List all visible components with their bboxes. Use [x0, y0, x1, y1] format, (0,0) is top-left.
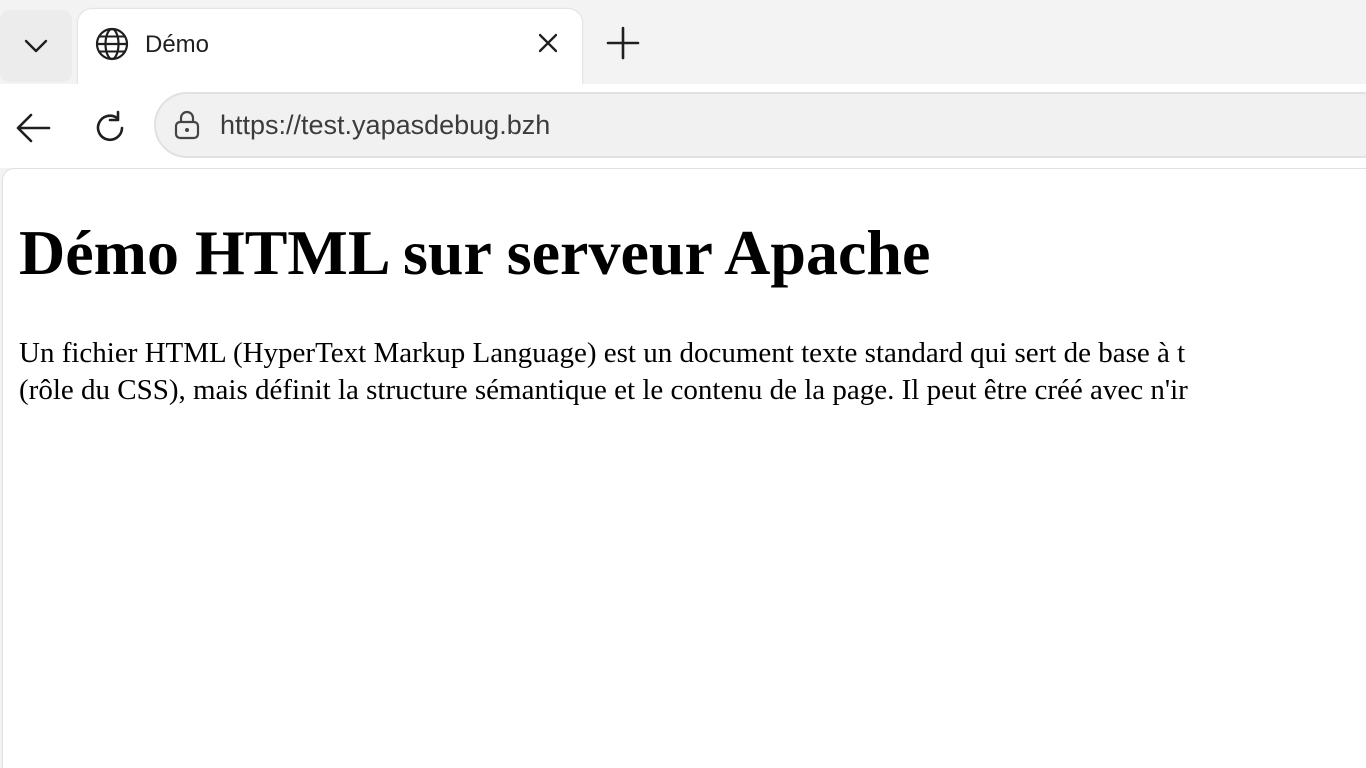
- address-url: https://test.yapasdebug.bzh: [220, 110, 551, 140]
- arrow-left-icon: [16, 113, 51, 143]
- page-heading: Démo HTML sur serveur Apache: [19, 217, 931, 288]
- reload-button[interactable]: [88, 106, 132, 150]
- address-bar[interactable]: https://test.yapasdebug.bzh: [154, 92, 1366, 158]
- tab-title: Démo: [145, 31, 210, 58]
- toolbar: https://test.yapasdebug.bzh: [0, 84, 1366, 168]
- back-button[interactable]: [12, 106, 56, 150]
- tab-menu-button[interactable]: [0, 10, 72, 82]
- new-tab-button[interactable]: [602, 22, 644, 64]
- paragraph-line: (rôle du CSS), mais définit la structure…: [19, 374, 1188, 406]
- reload-icon: [96, 110, 124, 142]
- paragraph-line: Un fichier HTML (HyperText Markup Langua…: [19, 337, 1186, 369]
- tab-close-button[interactable]: [532, 27, 564, 59]
- page-paragraph: Un fichier HTML (HyperText Markup Langua…: [19, 335, 1366, 409]
- page-viewport: Démo HTML sur serveur Apache Un fichier …: [2, 168, 1366, 768]
- browser-window: Démo https://test.yapasdebug.bzh Démo HT…: [0, 0, 1366, 768]
- close-icon: [538, 33, 558, 53]
- lock-icon[interactable]: [172, 110, 202, 140]
- chevron-down-icon: [24, 39, 48, 53]
- tab-active[interactable]: Démo: [78, 9, 582, 84]
- plus-icon: [606, 26, 640, 60]
- tab-strip: Démo: [0, 0, 1366, 84]
- globe-icon: [95, 27, 129, 61]
